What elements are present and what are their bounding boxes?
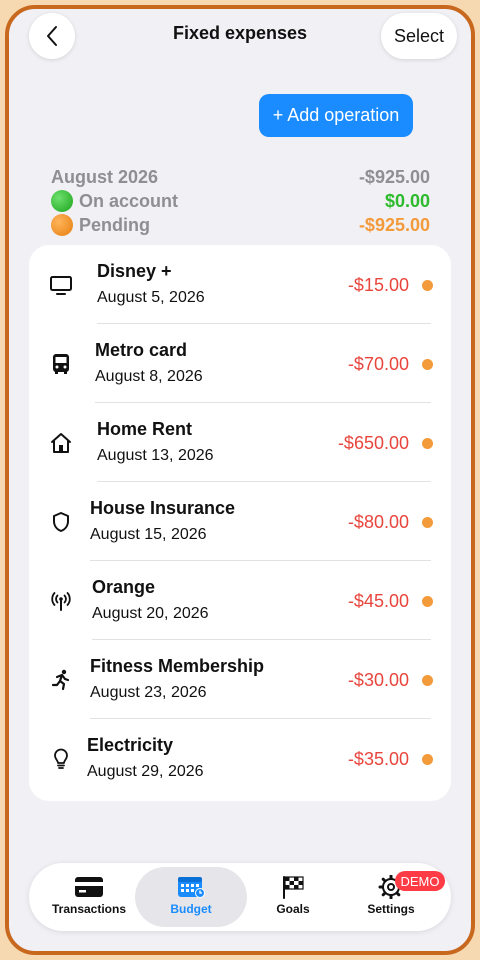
pending-status-dot <box>422 438 433 449</box>
expense-row[interactable]: Electricity August 29, 2026 -$35.00 <box>29 719 451 798</box>
on-account-label: On account <box>79 190 179 211</box>
expense-name: Orange <box>92 577 156 597</box>
house-icon <box>51 433 71 453</box>
expense-date: August 5, 2026 <box>97 289 205 306</box>
tab-label: Transactions <box>51 902 127 916</box>
pending-status-dot <box>422 280 433 291</box>
expense-amount: -$30.00 <box>347 670 409 690</box>
pending-status-dot <box>422 596 433 607</box>
expense-date: August 29, 2026 <box>87 763 204 780</box>
expense-amount: -$70.00 <box>347 354 409 374</box>
bus-icon <box>53 354 69 374</box>
green-dot-icon <box>51 190 73 212</box>
expense-row[interactable]: Orange August 20, 2026 -$45.00 <box>29 561 451 640</box>
shield-icon <box>53 512 69 532</box>
select-button[interactable]: Select <box>381 13 457 59</box>
expense-amount: -$45.00 <box>347 591 409 611</box>
tab-budget[interactable]: Budget <box>135 867 247 927</box>
demo-badge: DEMO <box>395 871 445 891</box>
period-total: -$925.00 <box>358 166 430 187</box>
expense-name: Metro card <box>95 340 188 360</box>
pending-status-dot <box>422 754 433 765</box>
expense-name: Electricity <box>87 735 174 755</box>
checkered-flag-icon <box>283 876 304 899</box>
pending-status-dot <box>422 675 433 686</box>
runner-icon <box>51 669 70 691</box>
expense-row[interactable]: Home Rent August 13, 2026 -$650.00 <box>29 403 451 482</box>
expense-date: August 8, 2026 <box>95 368 203 385</box>
pending-label: Pending <box>79 214 150 235</box>
expense-list: Disney + August 5, 2026 -$15.00 Metro ca… <box>29 245 451 801</box>
on-account-value: $0.00 <box>384 190 430 211</box>
expense-amount: -$650.00 <box>337 433 409 453</box>
period-row: August 2026 -$925.00 <box>51 165 430 189</box>
pending-row: Pending -$925.00 <box>51 213 430 237</box>
tab-label: Settings <box>367 902 415 916</box>
expense-name: Home Rent <box>97 419 193 439</box>
expense-date: August 23, 2026 <box>90 684 207 701</box>
credit-card-icon <box>75 877 103 897</box>
pending-status-dot <box>422 517 433 528</box>
expense-name: House Insurance <box>90 498 236 518</box>
lightbulb-icon <box>54 748 68 769</box>
on-account-row: On account $0.00 <box>51 189 430 213</box>
expense-name: Disney + <box>97 261 172 281</box>
antenna-icon <box>51 592 71 611</box>
expense-amount: -$80.00 <box>347 512 409 532</box>
summary: August 2026 -$925.00 On account $0.00 Pe… <box>51 165 430 237</box>
tv-icon <box>50 276 72 295</box>
expense-date: August 15, 2026 <box>90 526 207 543</box>
tab-bar: Transactions Budget Goals Settings <box>29 863 451 931</box>
app-frame: Fixed expenses Select + Add operation Au… <box>5 5 475 955</box>
expense-name: Fitness Membership <box>90 656 265 676</box>
expense-amount: -$35.00 <box>347 749 409 769</box>
tab-transactions[interactable]: Transactions <box>33 867 145 927</box>
period-label: August 2026 <box>51 166 159 187</box>
tab-label: Goals <box>276 902 310 916</box>
add-operation-button[interactable]: + Add operation <box>259 94 413 137</box>
orange-dot-icon <box>51 214 73 236</box>
pending-status-dot <box>422 359 433 370</box>
calendar-icon <box>178 877 205 898</box>
pending-value: -$925.00 <box>358 214 430 235</box>
expense-amount: -$15.00 <box>347 275 409 295</box>
expense-date: August 13, 2026 <box>97 447 214 464</box>
tab-label: Budget <box>170 902 212 916</box>
expense-row[interactable]: House Insurance August 15, 2026 -$80.00 <box>29 482 451 561</box>
expense-row[interactable]: Disney + August 5, 2026 -$15.00 <box>29 245 451 324</box>
expense-row[interactable]: Fitness Membership August 23, 2026 -$30.… <box>29 640 451 719</box>
expense-date: August 20, 2026 <box>92 605 209 622</box>
tab-goals[interactable]: Goals <box>237 867 349 927</box>
expense-row[interactable]: Metro card August 8, 2026 -$70.00 <box>29 324 451 403</box>
